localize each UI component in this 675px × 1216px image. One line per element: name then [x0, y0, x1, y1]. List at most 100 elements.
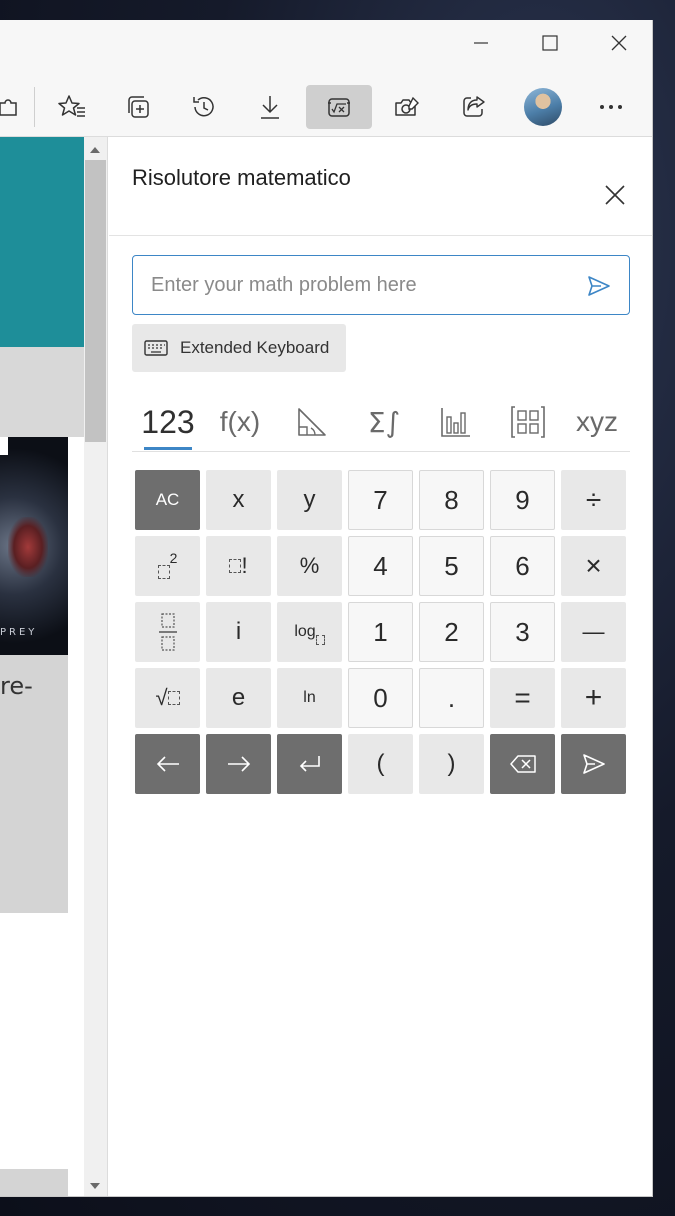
panel-close-button[interactable] [603, 183, 627, 207]
share-icon [463, 96, 485, 117]
web-capture-button[interactable] [383, 85, 431, 129]
math-problem-input[interactable] [151, 266, 571, 304]
ellipsis-icon [600, 105, 622, 109]
share-button[interactable] [450, 85, 498, 129]
maximize-button[interactable] [527, 20, 573, 65]
key-factorial[interactable]: ! [206, 536, 271, 596]
tab-calculus[interactable]: Σ∫ [348, 392, 420, 452]
key-1[interactable]: 1 [348, 602, 413, 662]
triangle-icon [298, 408, 326, 436]
key-sqrt-symbol: √ [155, 685, 168, 710]
key-7[interactable]: 7 [348, 470, 413, 530]
more-button[interactable] [587, 85, 635, 129]
collections-icon [128, 96, 149, 118]
arrow-right-icon [227, 756, 250, 772]
key-right-paren[interactable]: ) [419, 734, 484, 794]
key-enter[interactable] [277, 734, 342, 794]
key-divide[interactable]: ÷ [561, 470, 626, 530]
tab-variables[interactable]: xyz [564, 392, 630, 452]
camera-edit-icon [395, 96, 419, 116]
page-grey-band [0, 347, 84, 437]
close-icon [611, 35, 627, 50]
download-icon [261, 96, 279, 119]
key-multiply[interactable]: × [561, 536, 626, 596]
key-9[interactable]: 9 [490, 470, 555, 530]
key-ln[interactable]: ln [277, 668, 342, 728]
matrix-icon [511, 406, 545, 438]
key-decimal[interactable]: . [419, 668, 484, 728]
key-left-arrow[interactable] [135, 734, 200, 794]
tab-functions[interactable]: f(x) [204, 392, 276, 452]
collections-button[interactable] [114, 85, 162, 129]
key-x[interactable]: x [206, 470, 271, 530]
placeholder-box-icon [229, 559, 242, 573]
send-icon [588, 276, 610, 296]
key-log[interactable]: log [277, 602, 342, 662]
panel-divider [109, 235, 652, 236]
tab-trigonometry[interactable] [276, 392, 348, 452]
close-icon [605, 185, 625, 205]
page-white-block [0, 913, 68, 1169]
key-0[interactable]: 0 [348, 668, 413, 728]
key-5[interactable]: 5 [419, 536, 484, 596]
favorites-button[interactable] [48, 85, 96, 129]
minimize-button[interactable] [458, 20, 504, 65]
tab-matrix[interactable] [492, 392, 564, 452]
key-y[interactable]: y [277, 470, 342, 530]
star-list-icon [58, 95, 85, 117]
game-thumbnail-corner [0, 437, 8, 455]
placeholder-box-icon [157, 565, 170, 579]
key-4[interactable]: 4 [348, 536, 413, 596]
scroll-up-arrow[interactable] [90, 147, 100, 153]
arrow-left-icon [156, 756, 179, 772]
key-right-arrow[interactable] [206, 734, 271, 794]
key-3[interactable]: 3 [490, 602, 555, 662]
extensions-button[interactable] [0, 85, 32, 129]
math-solver-button[interactable] [306, 85, 372, 129]
key-2[interactable]: 2 [419, 602, 484, 662]
minimize-icon [474, 41, 488, 44]
panel-title: Risolutore matematico [132, 165, 351, 190]
key-all-clear[interactable]: AC [135, 470, 200, 530]
tab-statistics[interactable] [420, 392, 492, 452]
key-6[interactable]: 6 [490, 536, 555, 596]
math-solver-panel: Risolutore matematico Extended Keyboard … [109, 137, 652, 1196]
page-text-snippet: re- [0, 672, 33, 700]
keyboard-icon [144, 340, 168, 356]
close-window-button[interactable] [596, 20, 642, 65]
key-percent[interactable]: % [277, 536, 342, 596]
key-fraction[interactable] [135, 602, 200, 662]
key-left-paren[interactable]: ( [348, 734, 413, 794]
scroll-down-arrow[interactable] [90, 1183, 100, 1189]
page-header-banner [0, 137, 84, 347]
game-title-text: PREY [0, 627, 38, 638]
key-equals[interactable]: = [490, 668, 555, 728]
enter-icon [299, 756, 320, 772]
key-imaginary[interactable]: i [206, 602, 271, 662]
history-icon [193, 96, 214, 117]
history-button[interactable] [180, 85, 228, 129]
tab-numbers[interactable]: 123 [132, 392, 204, 452]
key-minus[interactable]: — [561, 602, 626, 662]
submit-button[interactable] [587, 274, 611, 298]
extended-keyboard-label: Extended Keyboard [180, 338, 330, 357]
key-square-root[interactable]: √ [135, 668, 200, 728]
scrollbar-thumb[interactable] [85, 160, 106, 442]
profile-avatar[interactable] [524, 88, 562, 126]
math-solver-icon [328, 98, 350, 117]
key-plus[interactable]: + [561, 668, 626, 728]
key-backspace[interactable] [490, 734, 555, 794]
browser-window: PREY re- Risolutore matematico Extended … [0, 20, 653, 1197]
send-icon [582, 754, 605, 774]
extended-keyboard-button[interactable]: Extended Keyboard [132, 324, 346, 372]
key-square[interactable]: 2 [135, 536, 200, 596]
key-factorial-symbol: ! [241, 553, 248, 578]
maximize-icon [542, 34, 558, 51]
key-8[interactable]: 8 [419, 470, 484, 530]
bar-chart-icon [441, 408, 470, 437]
title-bar [0, 20, 652, 65]
key-euler[interactable]: e [206, 668, 271, 728]
keypad-tabs: 123 f(x) Σ∫ xyz [132, 392, 630, 452]
downloads-button[interactable] [246, 85, 294, 129]
key-submit[interactable] [561, 734, 626, 794]
